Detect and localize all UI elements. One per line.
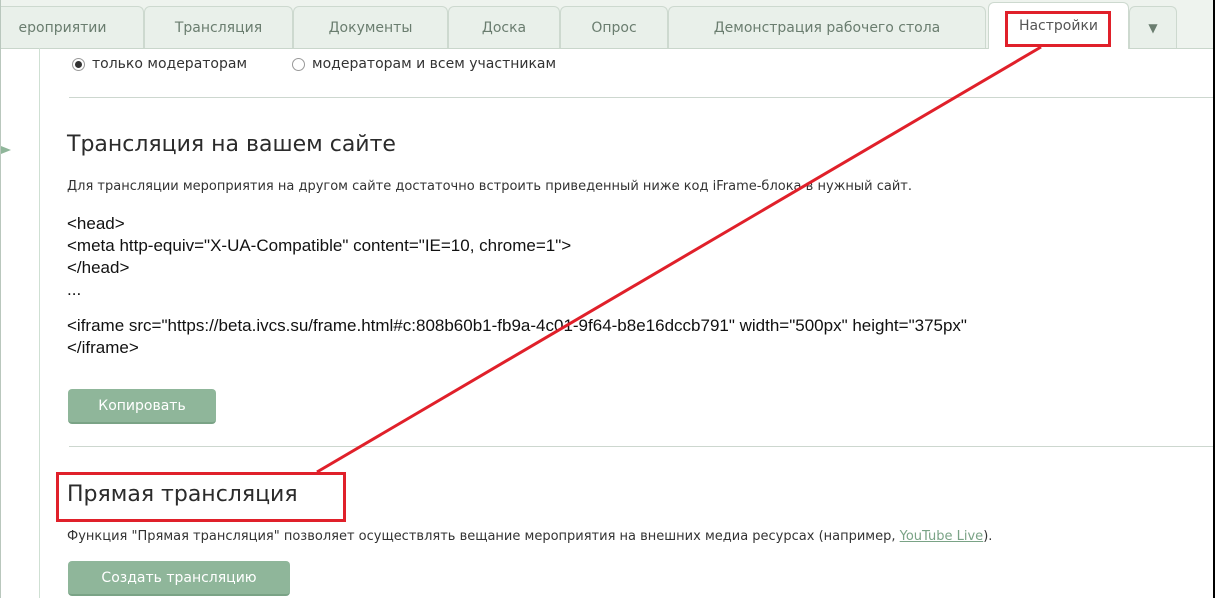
window-edge [1213,0,1215,598]
annotation-arrow [316,45,1042,474]
app-frame: ероприятии Трансляция Документы Доска Оп… [0,0,1214,598]
